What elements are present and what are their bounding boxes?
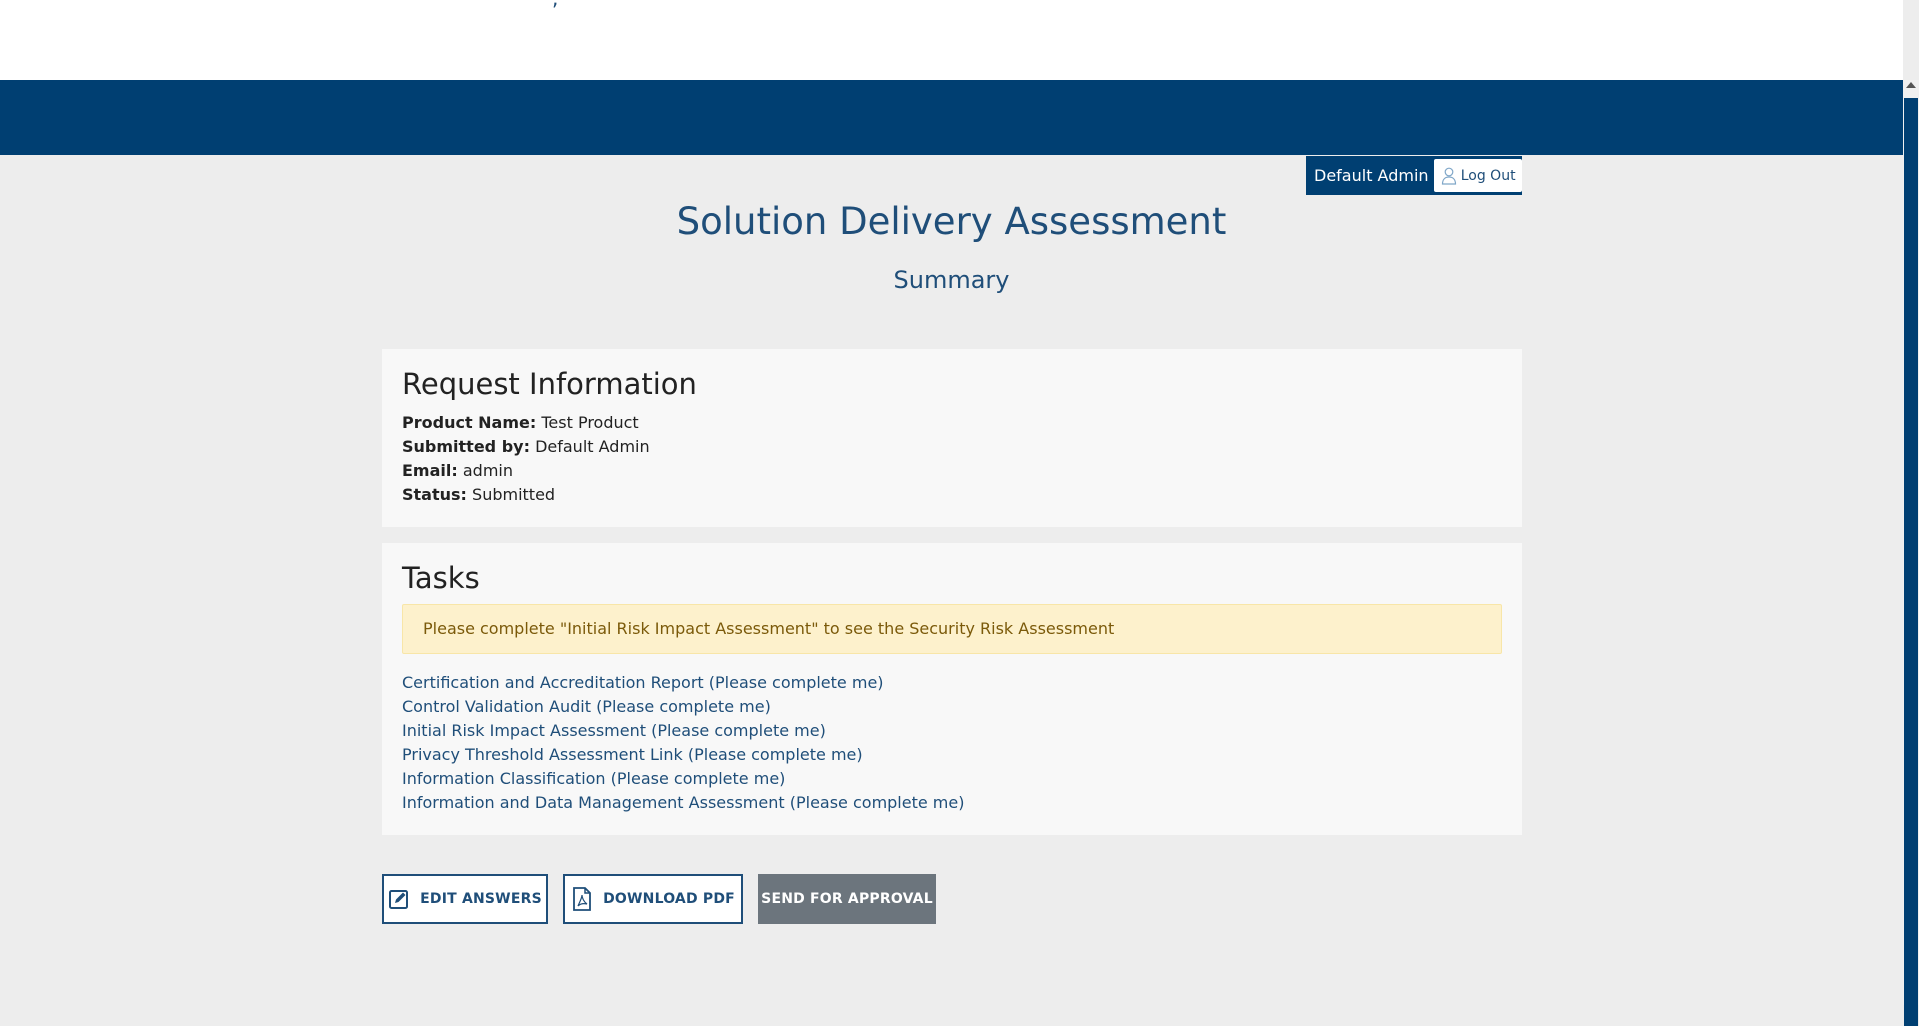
info-row-product-name: Product Name: Test Product [402,411,650,435]
cropped-header-text: , [552,0,558,10]
user-name: Default Admin [1314,166,1429,185]
logout-label: Log Out [1460,167,1516,184]
task-list: Certification and Accreditation Report (… [402,671,964,815]
scrollbar-thumb[interactable] [1904,98,1918,1026]
scroll-up-arrow-icon[interactable] [1906,82,1916,88]
send-for-approval-label: SEND FOR APPROVAL [761,891,933,907]
info-label: Submitted by: [402,437,530,456]
info-value: Default Admin [535,437,650,456]
tasks-panel: Tasks Please complete "Initial Risk Impa… [382,543,1522,835]
info-label: Status: [402,485,467,504]
task-link-privacy-threshold[interactable]: Privacy Threshold Assessment Link (Pleas… [402,743,964,767]
task-link-information-classification[interactable]: Information Classification (Please compl… [402,767,964,791]
page-subtitle: Summary [893,266,1010,294]
task-link-data-management[interactable]: Information and Data Management Assessme… [402,791,964,815]
pdf-file-icon [573,887,591,911]
user-bar: Default Admin Log Out [1306,156,1522,195]
logout-button[interactable]: Log Out [1434,159,1522,192]
send-for-approval-button[interactable]: SEND FOR APPROVAL [758,874,936,924]
top-white-strip: , [0,0,1903,80]
info-value: admin [462,461,513,480]
request-information-heading: Request Information [402,367,697,401]
request-information-panel: Request Information Product Name: Test P… [382,349,1522,527]
download-pdf-button[interactable]: DOWNLOAD PDF [563,874,743,924]
task-link-certification-accreditation[interactable]: Certification and Accreditation Report (… [402,671,964,695]
edit-answers-label: EDIT ANSWERS [420,891,542,907]
task-link-initial-risk-impact[interactable]: Initial Risk Impact Assessment (Please c… [402,719,964,743]
page-title: Solution Delivery Assessment [676,200,1227,243]
info-row-submitted-by: Submitted by: Default Admin [402,435,650,459]
info-value: Test Product [541,413,639,432]
user-icon [1441,167,1456,185]
info-value: Submitted [472,485,556,504]
info-label: Product Name: [402,413,537,432]
request-info-list: Product Name: Test Product Submitted by:… [402,411,650,507]
vertical-scrollbar[interactable] [1903,80,1919,1026]
info-row-status: Status: Submitted [402,483,650,507]
info-row-email: Email: admin [402,459,650,483]
tasks-warning-alert: Please complete "Initial Risk Impact Ass… [402,604,1502,654]
info-label: Email: [402,461,458,480]
site-banner [0,80,1903,155]
edit-answers-button[interactable]: EDIT ANSWERS [382,874,548,924]
task-link-control-validation-audit[interactable]: Control Validation Audit (Please complet… [402,695,964,719]
download-pdf-label: DOWNLOAD PDF [603,891,735,907]
edit-icon [389,890,409,909]
tasks-heading: Tasks [402,561,480,595]
